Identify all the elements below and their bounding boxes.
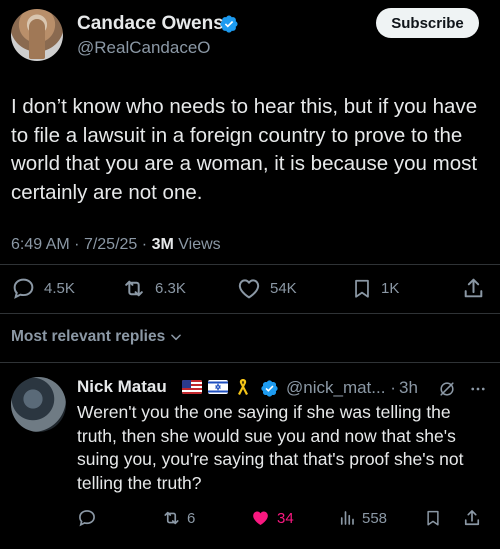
reply-reply-button[interactable] [77, 508, 97, 528]
replies-sort-dropdown[interactable]: Most relevant replies [11, 328, 183, 346]
share-icon [461, 276, 486, 301]
author-avatar[interactable] [11, 9, 63, 61]
reply-like-count: 34 [277, 509, 294, 527]
heart-icon [236, 276, 262, 301]
meta-separator: · [141, 236, 148, 253]
tweet-meta: 6:49 AM · 7/25/25 · 3M Views [11, 236, 221, 254]
bookmark-button[interactable]: 1K [351, 276, 399, 301]
us-flag-icon [182, 380, 202, 394]
repost-icon [161, 508, 182, 528]
divider [0, 313, 500, 314]
reply-separator: · [390, 378, 396, 397]
divider [0, 264, 500, 265]
reply-handle[interactable]: @nick_mat... [286, 378, 385, 397]
reply-share-button[interactable] [462, 508, 482, 528]
divider [0, 362, 500, 363]
like-count: 54K [270, 280, 297, 297]
heart-filled-icon [250, 508, 271, 528]
bookmark-icon [351, 276, 373, 301]
bookmark-count: 1K [381, 280, 400, 297]
author-display-name[interactable]: Candace Owens [77, 13, 224, 35]
views-count: 3M [151, 236, 174, 253]
repost-button[interactable]: 6.3K [121, 276, 186, 301]
verified-badge-icon [260, 379, 279, 398]
tweet-date[interactable]: 7/25/25 [84, 236, 137, 253]
bookmark-icon [424, 508, 442, 528]
reply-views-count: 558 [362, 509, 388, 527]
reply-text: Weren't you the one saying if she was te… [77, 402, 464, 493]
bar-chart-icon [338, 508, 356, 528]
comment-icon [77, 508, 97, 528]
reply-handle-row: @nick_mat... · [286, 378, 396, 398]
reply-time[interactable]: 3h [399, 378, 418, 398]
subscribe-button[interactable]: Subscribe [376, 8, 479, 38]
chevron-down-icon [169, 330, 183, 344]
meta-separator: · [74, 236, 80, 253]
tweet-text: I don’t know who needs to hear this, but… [11, 95, 478, 204]
reply-author-name-row: Nick Matau [77, 377, 167, 397]
yellow-ribbon-icon [235, 377, 251, 397]
repost-count: 6.3K [155, 280, 186, 297]
reply-display-name[interactable]: Nick Matau [77, 377, 167, 396]
reply-author-avatar[interactable] [11, 377, 66, 432]
share-icon [462, 508, 482, 528]
reply-repost-button[interactable]: 6 [161, 508, 195, 528]
views-label: Views [178, 236, 221, 253]
reply-repost-count: 6 [187, 509, 196, 527]
more-options-icon[interactable] [468, 380, 488, 398]
replies-sort-label: Most relevant replies [11, 328, 166, 345]
reply-button[interactable]: 4.5K [11, 276, 75, 301]
israel-flag-icon [208, 380, 228, 394]
reply-bookmark-button[interactable] [424, 508, 442, 528]
repost-icon [121, 276, 147, 301]
verified-badge-icon [219, 14, 239, 34]
like-button[interactable]: 54K [236, 276, 297, 301]
comment-icon [11, 276, 36, 301]
reply-like-button[interactable]: 34 [250, 508, 294, 528]
grok-icon[interactable] [437, 379, 457, 399]
tweet-time[interactable]: 6:49 AM [11, 236, 70, 253]
reply-count: 4.5K [44, 280, 75, 297]
author-handle[interactable]: @RealCandaceO [77, 38, 211, 58]
share-button[interactable] [461, 276, 486, 301]
reply-views-button[interactable]: 558 [338, 508, 387, 528]
